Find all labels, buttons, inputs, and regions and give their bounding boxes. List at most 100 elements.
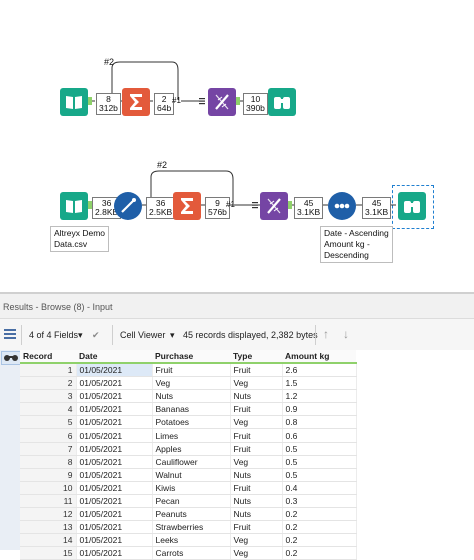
table-cell[interactable]: Nuts xyxy=(230,389,283,404)
table-cell[interactable]: 01/05/2021 xyxy=(76,546,153,560)
table-cell[interactable]: 01/05/2021 xyxy=(76,494,153,509)
table-row[interactable]: 1 01/05/2021 Fruit Fruit 2.6 xyxy=(20,363,357,378)
table-cell[interactable]: 01/05/2021 xyxy=(76,507,153,522)
column-header[interactable]: Amount kg xyxy=(282,350,356,364)
table-view-icon[interactable] xyxy=(3,327,17,343)
table-cell[interactable]: Strawberries xyxy=(152,520,231,535)
fields-selector[interactable]: 4 of 4 Fields xyxy=(29,330,78,340)
table-cell[interactable]: 0.2 xyxy=(282,533,357,548)
table-cell[interactable]: Kiwis xyxy=(152,481,231,495)
record-cell[interactable]: 2 xyxy=(20,376,77,391)
record-cell[interactable]: 12 xyxy=(20,507,77,522)
chevron-down-icon[interactable]: ▾ xyxy=(170,330,175,341)
table-row[interactable]: 9 01/05/2021 Walnut Nuts 0.5 xyxy=(20,468,357,482)
table-row[interactable]: 12 01/05/2021 Peanuts Nuts 0.2 xyxy=(20,507,357,522)
table-cell[interactable]: Peanuts xyxy=(152,507,231,522)
table-cell[interactable]: Nuts xyxy=(230,494,283,509)
summarize-tool[interactable] xyxy=(173,192,201,220)
table-row[interactable]: 7 01/05/2021 Apples Fruit 0.5 xyxy=(20,442,357,456)
table-row[interactable]: 6 01/05/2021 Limes Fruit 0.6 xyxy=(20,428,357,443)
table-cell[interactable]: Fruit xyxy=(230,363,283,378)
table-row[interactable]: 3 01/05/2021 Nuts Nuts 1.2 xyxy=(20,389,357,404)
column-header[interactable]: Purchase xyxy=(152,350,230,364)
results-grid[interactable]: Record Date Purchase Type Amount kg 1 01/05/2… xyxy=(20,350,474,560)
table-cell[interactable]: 0.4 xyxy=(282,481,357,495)
table-row[interactable]: 10 01/05/2021 Kiwis Fruit 0.4 xyxy=(20,481,357,495)
table-cell[interactable]: 1.2 xyxy=(282,389,357,404)
record-cell[interactable]: 15 xyxy=(20,546,77,560)
table-cell[interactable]: 01/05/2021 xyxy=(76,376,153,391)
table-cell[interactable]: Potatoes xyxy=(152,415,231,430)
table-cell[interactable]: 2.6 xyxy=(282,363,357,378)
table-row[interactable]: 11 01/05/2021 Pecan Nuts 0.3 xyxy=(20,494,357,509)
table-cell[interactable]: Leeks xyxy=(152,533,231,548)
table-cell[interactable]: 01/05/2021 xyxy=(76,520,153,535)
table-cell[interactable]: Fruit xyxy=(230,428,283,443)
table-cell[interactable]: Veg xyxy=(230,546,283,560)
table-cell[interactable]: Fruit xyxy=(230,481,283,495)
table-cell[interactable]: Apples xyxy=(152,442,231,456)
workflow-canvas[interactable]: 8 312b 2 64b #2 #1 10 390b 36 2.8KB 36 2… xyxy=(0,0,474,292)
output-anchor[interactable] xyxy=(88,97,92,105)
table-cell[interactable]: 0.8 xyxy=(282,415,357,430)
input-data-tool[interactable] xyxy=(60,192,88,220)
arrow-down-icon[interactable]: ↓ xyxy=(343,327,349,341)
browse-tool[interactable] xyxy=(398,192,426,220)
column-header[interactable]: Record xyxy=(20,350,76,364)
table-row[interactable]: 2 01/05/2021 Veg Veg 1.5 xyxy=(20,376,357,391)
column-header[interactable]: Type xyxy=(230,350,282,364)
record-cell[interactable]: 1 xyxy=(20,363,77,378)
input-data-tool[interactable] xyxy=(60,88,88,116)
table-cell[interactable]: 0.9 xyxy=(282,402,357,417)
record-cell[interactable]: 9 xyxy=(20,468,77,482)
browse-tool[interactable] xyxy=(268,88,296,116)
table-cell[interactable]: 01/05/2021 xyxy=(76,428,153,443)
record-cell[interactable]: 10 xyxy=(20,481,77,495)
table-cell[interactable]: 0.2 xyxy=(282,507,357,522)
table-cell[interactable]: 0.6 xyxy=(282,428,357,443)
table-cell[interactable]: Bananas xyxy=(152,402,231,417)
table-row[interactable]: 8 01/05/2021 Cauliflower Veg 0.5 xyxy=(20,455,357,469)
table-cell[interactable]: 01/05/2021 xyxy=(76,442,153,456)
table-cell[interactable]: 0.2 xyxy=(282,546,357,560)
table-cell[interactable]: 01/05/2021 xyxy=(76,481,153,495)
checkmark-icon[interactable]: ✔ xyxy=(92,330,100,341)
table-cell[interactable]: 1.5 xyxy=(282,376,357,391)
table-cell[interactable]: 01/05/2021 xyxy=(76,363,153,378)
record-cell[interactable]: 14 xyxy=(20,533,77,548)
table-cell[interactable]: 0.5 xyxy=(282,455,357,469)
record-cell[interactable]: 7 xyxy=(20,442,77,456)
record-cell[interactable]: 6 xyxy=(20,428,77,443)
cell-viewer-selector[interactable]: Cell Viewer xyxy=(120,330,165,340)
record-cell[interactable]: 3 xyxy=(20,389,77,404)
record-cell[interactable]: 5 xyxy=(20,415,77,430)
record-cell[interactable]: 4 xyxy=(20,402,77,417)
table-cell[interactable]: Carrots xyxy=(152,546,231,560)
arrow-up-icon[interactable]: ↑ xyxy=(323,327,329,341)
formula-tool[interactable] xyxy=(114,192,142,220)
table-cell[interactable]: Nuts xyxy=(230,468,283,482)
table-row[interactable]: 4 01/05/2021 Bananas Fruit 0.9 xyxy=(20,402,357,417)
table-cell[interactable]: Cauliflower xyxy=(152,455,231,469)
output-anchor[interactable] xyxy=(236,97,240,105)
table-cell[interactable]: Fruit xyxy=(230,520,283,535)
table-cell[interactable]: 0.3 xyxy=(282,494,357,509)
output-anchor[interactable] xyxy=(288,201,292,209)
table-cell[interactable]: Walnut xyxy=(152,468,231,482)
table-cell[interactable]: Veg xyxy=(230,533,283,548)
table-row[interactable]: 15 01/05/2021 Carrots Veg 0.2 xyxy=(20,546,357,560)
binoculars-icon[interactable] xyxy=(1,351,21,365)
table-cell[interactable]: 01/05/2021 xyxy=(76,468,153,482)
table-cell[interactable]: 0.5 xyxy=(282,442,357,456)
table-cell[interactable]: Nuts xyxy=(152,389,231,404)
table-row[interactable]: 14 01/05/2021 Leeks Veg 0.2 xyxy=(20,533,357,548)
table-cell[interactable]: Fruit xyxy=(152,363,231,378)
table-cell[interactable]: Veg xyxy=(230,415,283,430)
table-cell[interactable]: Nuts xyxy=(230,507,283,522)
record-cell[interactable]: 8 xyxy=(20,455,77,469)
table-cell[interactable]: Limes xyxy=(152,428,231,443)
table-cell[interactable]: Veg xyxy=(230,376,283,391)
table-cell[interactable]: Veg xyxy=(152,376,231,391)
chevron-down-icon[interactable]: ▾ xyxy=(78,330,83,341)
dna-tool[interactable] xyxy=(208,88,236,116)
